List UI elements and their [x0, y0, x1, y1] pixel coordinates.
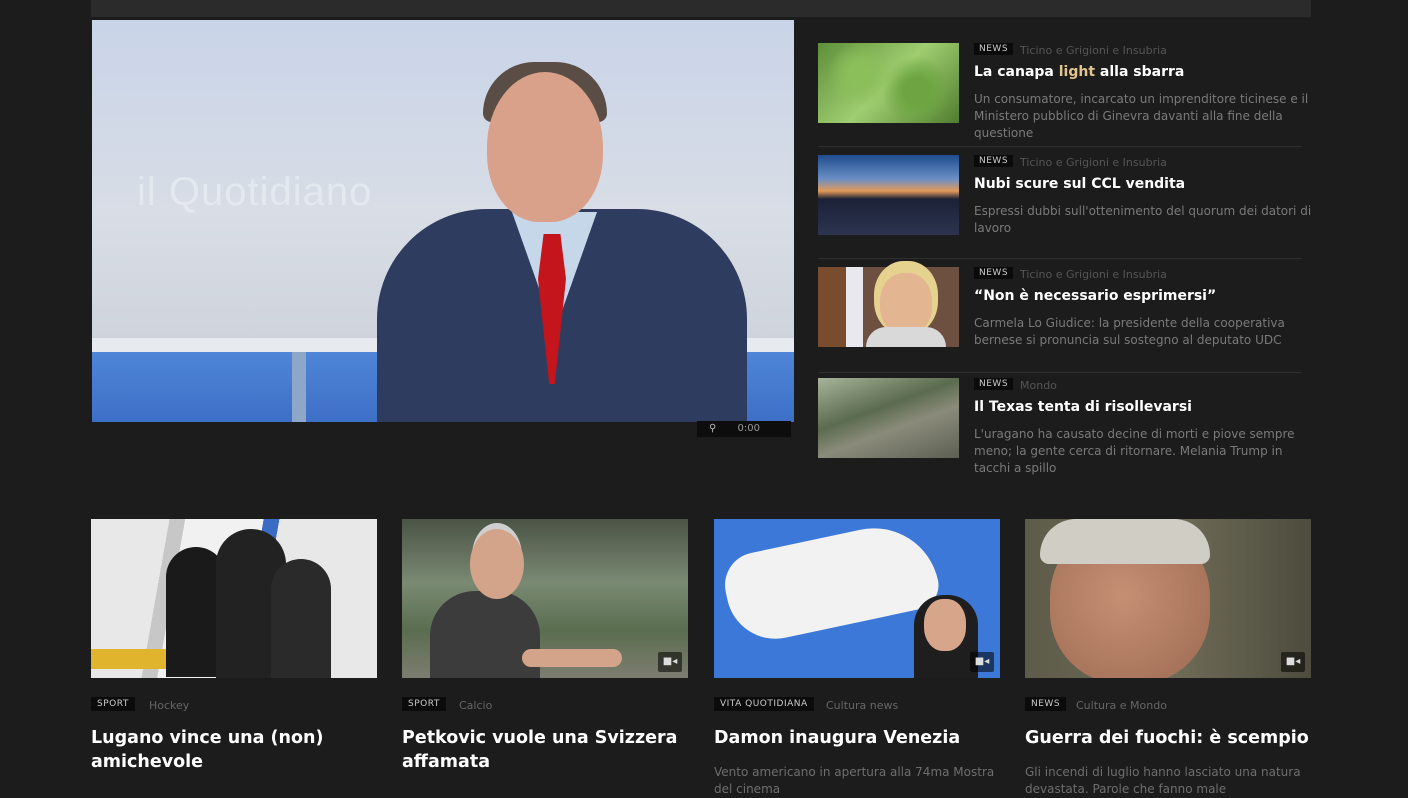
- side-news-description: Espressi dubbi sull'ottenimento del quor…: [974, 204, 1312, 235]
- category-tag[interactable]: SPORT: [91, 697, 135, 711]
- category-tag[interactable]: NEWS: [974, 155, 1014, 167]
- divider: [818, 146, 1302, 147]
- category-tag[interactable]: VITA QUOTIDIANA: [714, 697, 814, 711]
- card-image[interactable]: [91, 519, 377, 678]
- video-camera-icon: ■◂: [970, 652, 994, 672]
- news-card[interactable]: SPORT Hockey Lugano vince una (non) amic…: [91, 519, 377, 772]
- category-tag[interactable]: NEWS: [974, 378, 1014, 390]
- video-camera-icon: ■◂: [658, 652, 682, 672]
- category-tag[interactable]: SPORT: [402, 697, 446, 711]
- side-news-description: Carmela Lo Giudice: la presidente della …: [974, 316, 1285, 347]
- video-camera-icon: ■◂: [1281, 652, 1305, 672]
- card-title[interactable]: Guerra dei fuochi: è scempio: [1025, 726, 1315, 750]
- category-tag[interactable]: NEWS: [974, 43, 1014, 55]
- side-news-item[interactable]: NEWS Ticino e Grigioni e Insubria “Non è…: [818, 267, 1312, 377]
- side-news-thumbnail[interactable]: [818, 378, 959, 458]
- side-news-thumbnail[interactable]: [818, 155, 959, 235]
- news-card[interactable]: ■◂ VITA QUOTIDIANA Cultura news Damon in…: [714, 519, 1000, 796]
- section-label[interactable]: Ticino e Grigioni e Insubria: [1020, 44, 1167, 57]
- card-description: Vento americano in apertura alla 74ma Mo…: [714, 765, 995, 796]
- player-controls[interactable]: ⚲ 0:00: [697, 421, 791, 437]
- news-card[interactable]: ■◂ NEWS Cultura e Mondo Guerra dei fuoch…: [1025, 519, 1311, 796]
- side-news-title[interactable]: Il Texas tenta di risollevarsi: [974, 399, 1192, 415]
- section-label[interactable]: Cultura news: [826, 699, 898, 712]
- side-news-title[interactable]: “Non è necessario esprimersi”: [974, 288, 1216, 304]
- section-label[interactable]: Ticino e Grigioni e Insubria: [1020, 156, 1167, 169]
- side-news-item[interactable]: NEWS Mondo Il Texas tenta di risollevars…: [818, 378, 1312, 488]
- studio-desk-post: [292, 352, 306, 422]
- side-news-description: L'uragano ha causato decine di morti e p…: [974, 427, 1295, 475]
- card-image[interactable]: ■◂: [402, 519, 688, 678]
- player-time: 0:00: [737, 423, 760, 434]
- category-tag[interactable]: NEWS: [1025, 697, 1067, 711]
- card-title[interactable]: Damon inaugura Venezia: [714, 726, 1004, 750]
- card-title[interactable]: Petkovic vuole una Svizzera affamata: [402, 726, 692, 774]
- side-news-title[interactable]: Nubi scure sul CCL vendita: [974, 176, 1185, 192]
- side-news-thumbnail[interactable]: [818, 43, 959, 123]
- section-label[interactable]: Hockey: [149, 699, 189, 712]
- section-label[interactable]: Ticino e Grigioni e Insubria: [1020, 268, 1167, 281]
- news-anchor: [377, 44, 747, 422]
- divider: [818, 372, 1302, 373]
- side-news-item[interactable]: NEWS Ticino e Grigioni e Insubria La can…: [818, 43, 1312, 153]
- divider: [818, 258, 1302, 259]
- news-card[interactable]: ■◂ SPORT Calcio Petkovic vuole una Svizz…: [402, 519, 688, 772]
- top-navigation-bar: [91, 0, 1311, 17]
- side-news-description: Un consumatore, incarcato un imprenditor…: [974, 92, 1309, 140]
- magnifier-icon[interactable]: ⚲: [709, 423, 716, 434]
- section-label[interactable]: Cultura e Mondo: [1076, 699, 1167, 712]
- side-news-title[interactable]: La canapa light alla sbarra: [974, 64, 1184, 80]
- hero-video-player[interactable]: il Quotidiano: [92, 20, 794, 422]
- card-description: Gli incendi di luglio hanno lasciato una…: [1025, 765, 1301, 796]
- category-tag[interactable]: NEWS: [974, 267, 1014, 279]
- side-news-thumbnail[interactable]: [818, 267, 959, 347]
- studio-logo: il Quotidiano: [137, 170, 373, 214]
- section-label[interactable]: Mondo: [1020, 379, 1057, 392]
- card-title[interactable]: Lugano vince una (non) amichevole: [91, 726, 381, 774]
- side-news-item[interactable]: NEWS Ticino e Grigioni e Insubria Nubi s…: [818, 155, 1312, 265]
- card-image[interactable]: ■◂: [714, 519, 1000, 678]
- section-label[interactable]: Calcio: [459, 699, 492, 712]
- card-image[interactable]: ■◂: [1025, 519, 1311, 678]
